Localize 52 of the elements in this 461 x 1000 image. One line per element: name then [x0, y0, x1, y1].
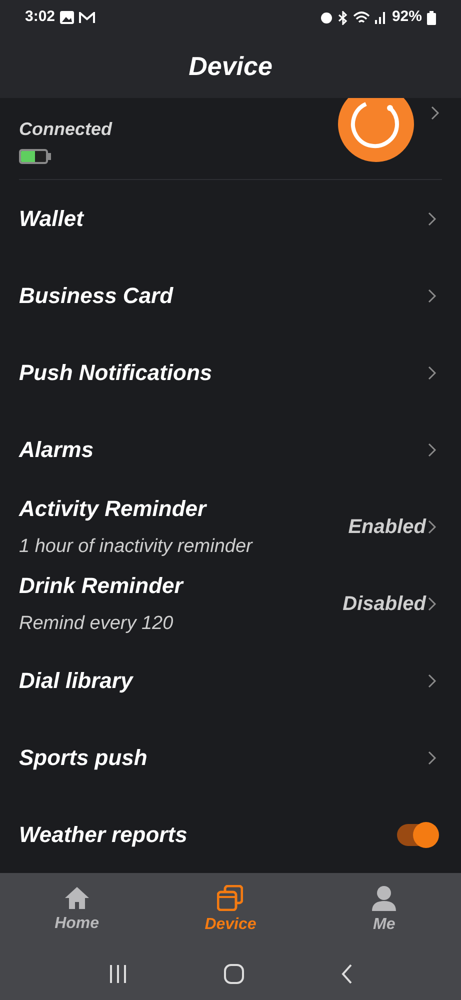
device-battery-icon — [19, 148, 52, 164]
chevron-icon — [428, 442, 437, 456]
chevron-icon — [428, 288, 437, 302]
status-time: 3:02 — [25, 7, 56, 28]
toggle-switch[interactable] — [397, 824, 437, 846]
device-card[interactable]: Connected — [19, 98, 442, 180]
settings-item[interactable]: Wallet — [0, 180, 461, 257]
item-title: Sports push — [19, 744, 148, 772]
mail-icon — [79, 12, 96, 24]
item-title: Activity Reminder — [19, 494, 208, 523]
back-icon[interactable] — [340, 964, 352, 984]
chevron-icon — [428, 674, 437, 688]
settings-item[interactable]: Sports push — [0, 719, 461, 796]
item-title: Alarms — [19, 436, 94, 464]
item-title: Wallet — [19, 205, 84, 233]
item-subtitle: Remind every 120 — [19, 612, 174, 636]
chevron-icon — [428, 366, 437, 380]
settings-item[interactable]: Dial library — [0, 642, 461, 719]
chevron-icon — [428, 750, 437, 764]
bluetooth-icon — [338, 10, 348, 24]
item-title: Weather reports — [19, 821, 188, 849]
stacked-windows-icon — [217, 884, 244, 910]
chevron-icon — [431, 106, 440, 120]
settings-item[interactable]: Weather reports — [0, 796, 461, 873]
item-title: Dial library — [19, 667, 133, 695]
item-value: Disabled — [342, 592, 426, 616]
connection-status: Connected — [19, 118, 112, 140]
signal-icon — [374, 11, 387, 24]
recent-apps-icon[interactable] — [108, 964, 126, 984]
person-icon — [371, 884, 398, 910]
image-icon — [60, 11, 74, 24]
item-subtitle: 1 hour of inactivity reminder — [19, 534, 252, 559]
settings-item[interactable]: Drink Reminder Remind every 120 Disabled — [0, 565, 461, 642]
settings-item[interactable]: Business Card — [0, 257, 461, 334]
settings-item[interactable]: Activity Reminder 1 hour of inactivity reminder Enabled — [0, 488, 461, 565]
chevron-icon — [428, 520, 437, 534]
home-nav-icon[interactable] — [224, 964, 244, 984]
chevron-icon — [428, 212, 437, 226]
home-icon — [64, 886, 90, 910]
wifi-icon — [352, 11, 370, 24]
item-value: Enabled — [348, 514, 426, 540]
settings-item[interactable]: Push Notifications — [0, 334, 461, 411]
battery-icon — [427, 10, 436, 24]
tab[interactable]: Me — [334, 884, 434, 936]
settings-item[interactable]: Alarms — [0, 411, 461, 488]
page-title: Device — [188, 50, 272, 83]
item-title: Business Card — [19, 282, 174, 310]
battery-percentage: 92% — [392, 7, 422, 28]
item-title: Push Notifications — [19, 359, 212, 387]
tab[interactable]: Home — [26, 886, 127, 936]
item-title: Drink Reminder — [19, 572, 183, 600]
chevron-icon — [428, 596, 437, 610]
